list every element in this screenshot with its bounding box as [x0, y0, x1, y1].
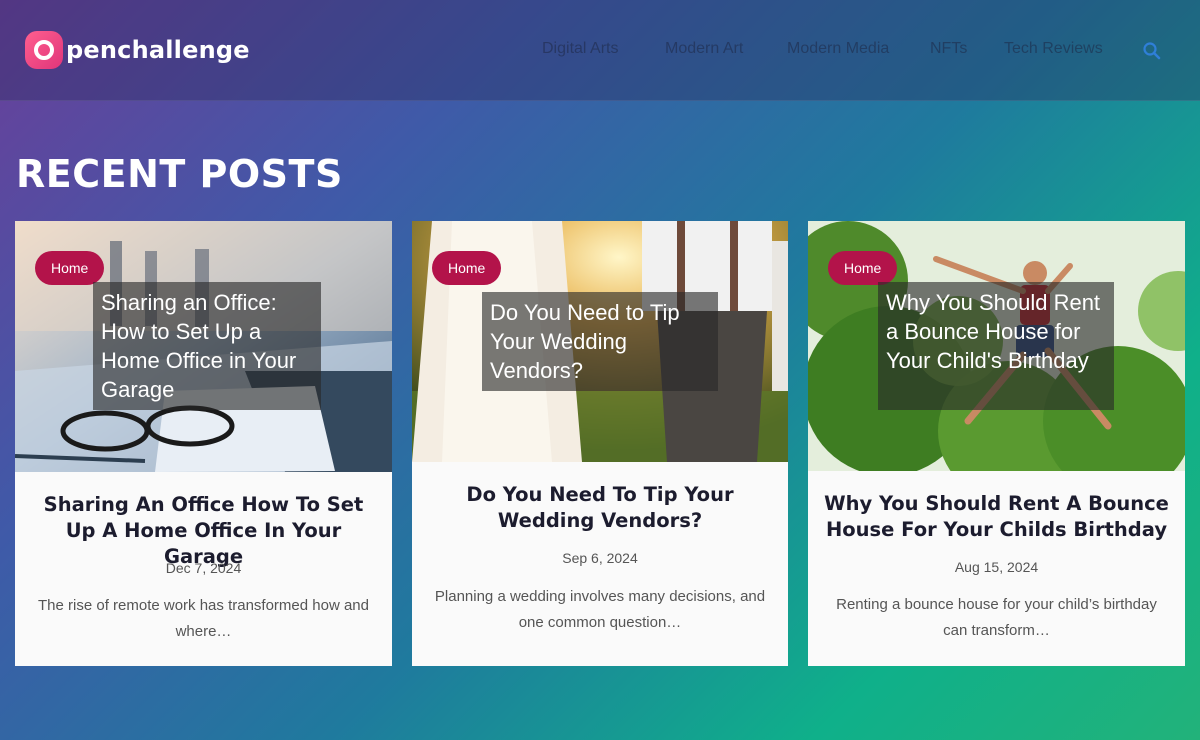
image-overlay-title: Do You Need to Tip Your Wedding Vendors? — [482, 292, 718, 391]
post-excerpt: Planning a wedding involves many decisio… — [434, 588, 766, 631]
post-title[interactable]: Why You Should Rent A Bounce House For Y… — [808, 491, 1185, 543]
site-header: penchallenge Digital Arts Modern Art Mod… — [0, 0, 1200, 101]
image-overlay-title: Sharing an Office: How to Set Up a Home … — [93, 282, 321, 410]
post-date: Dec 7, 2024 — [165, 560, 242, 576]
post-excerpt: The rise of remote work has transformed … — [38, 597, 369, 640]
category-badge[interactable]: Home — [35, 251, 105, 285]
post-image[interactable]: Home Do You Need to Tip Your Wedding Ven… — [412, 221, 788, 462]
category-badge[interactable]: Home — [432, 251, 502, 285]
category-badge[interactable]: Home — [828, 251, 898, 285]
image-overlay-title: Why You Should Rent a Bounce House for Y… — [878, 282, 1114, 410]
post-title[interactable]: Sharing An Office How To Set Up A Home O… — [15, 492, 392, 570]
post-date: Sep 6, 2024 — [562, 550, 638, 566]
post-image[interactable]: Home Sharing an Office: How to Set Up a … — [15, 221, 392, 472]
search-icon[interactable] — [1142, 41, 1162, 61]
nav-item-modern-art[interactable]: Modern Art — [665, 40, 743, 58]
main-nav: Digital Arts Modern Art Modern Media NFT… — [0, 40, 1200, 62]
nav-item-modern-media[interactable]: Modern Media — [787, 40, 889, 58]
post-image[interactable]: Home Why You Should Rent a Bounce House … — [808, 221, 1185, 471]
section-title: RECENT POSTS — [16, 152, 343, 196]
post-card[interactable]: Home Sharing an Office: How to Set Up a … — [15, 221, 392, 666]
post-card[interactable]: Home Do You Need to Tip Your Wedding Ven… — [412, 221, 788, 666]
post-excerpt: Renting a bounce house for your child’s … — [836, 596, 1157, 639]
post-title[interactable]: Do You Need To Tip Your Wedding Vendors? — [412, 482, 788, 534]
post-date: Aug 15, 2024 — [954, 559, 1039, 575]
nav-item-digital-arts[interactable]: Digital Arts — [542, 40, 618, 58]
nav-item-nfts[interactable]: NFTs — [930, 40, 967, 58]
post-card[interactable]: Home Why You Should Rent a Bounce House … — [808, 221, 1185, 666]
nav-item-tech-reviews[interactable]: Tech Reviews — [1004, 40, 1103, 58]
